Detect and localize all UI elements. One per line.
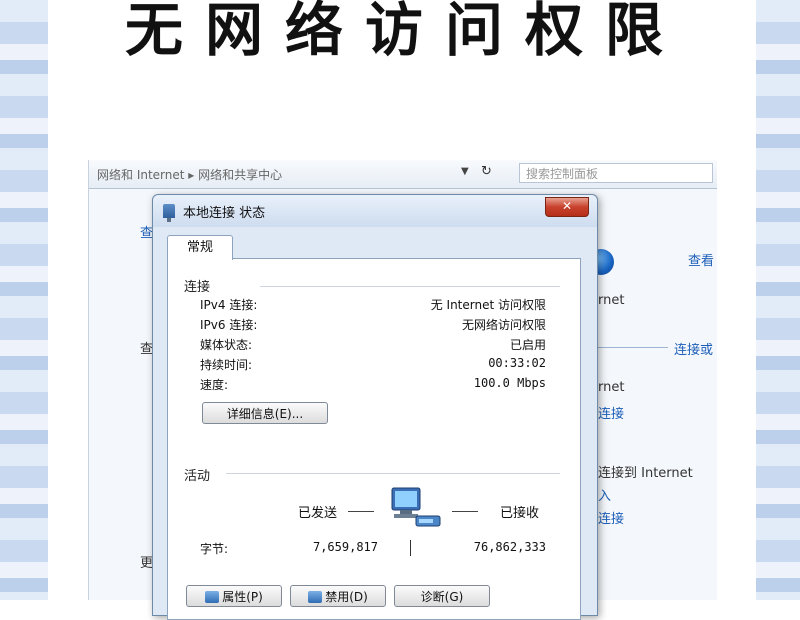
input-link[interactable]: 入 bbox=[598, 485, 611, 504]
internet-label-2: rnet bbox=[598, 380, 625, 395]
sent-label: 已发送 bbox=[298, 506, 338, 521]
network-computer-icon bbox=[391, 487, 441, 527]
view-link[interactable]: 查看 bbox=[688, 250, 714, 269]
duration-label: 持续时间: bbox=[200, 358, 253, 372]
bytes-sent-value: 7,659,817 bbox=[312, 540, 378, 554]
connect-link[interactable]: 连接 bbox=[598, 403, 624, 422]
divider bbox=[598, 347, 668, 348]
connection-heading: 连接 bbox=[184, 280, 211, 295]
speed-value: 100.0 Mbps bbox=[473, 376, 546, 390]
bytes-received-value: 76,862,333 bbox=[473, 540, 546, 554]
dialog-titlebar[interactable]: 本地连接 状态 ✕ bbox=[153, 195, 597, 227]
divider bbox=[226, 473, 560, 474]
close-button[interactable]: ✕ bbox=[545, 197, 589, 217]
duration-value: 00:33:02 bbox=[488, 356, 546, 370]
chevron-down-icon[interactable]: ▼ bbox=[461, 166, 469, 177]
received-line bbox=[452, 511, 478, 512]
media-state-label: 媒体状态: bbox=[200, 338, 253, 352]
bytes-label: 字节: bbox=[200, 542, 229, 556]
connect-internet-label: 连接到 Internet bbox=[598, 466, 693, 481]
received-label: 已接收 bbox=[500, 506, 540, 521]
search-input[interactable]: 搜索控制面板 bbox=[519, 163, 713, 183]
ipv6-value: 无网络访问权限 bbox=[461, 318, 546, 332]
divider bbox=[260, 286, 560, 287]
shield-icon bbox=[308, 591, 323, 603]
divider bbox=[410, 540, 411, 556]
internet-label: rnet bbox=[598, 293, 625, 308]
breadcrumb[interactable]: 网络和 Internet ▸ 网络和共享中心 bbox=[97, 166, 282, 183]
diagnose-button[interactable]: 诊断(G) bbox=[394, 585, 490, 607]
tab-general[interactable]: 常规 bbox=[167, 235, 233, 260]
ipv6-label: IPv6 连接: bbox=[200, 318, 258, 332]
media-state-value: 已启用 bbox=[509, 338, 546, 352]
disable-button[interactable]: 禁用(D) bbox=[290, 585, 386, 607]
connect-or-link[interactable]: 连接或 bbox=[674, 339, 713, 358]
ipv4-value: 无 Internet 访问权限 bbox=[430, 298, 546, 312]
address-bar[interactable]: 网络和 Internet ▸ 网络和共享中心 ▼ ↻ 搜索控制面板 bbox=[89, 160, 717, 189]
network-adapter-icon bbox=[163, 204, 175, 222]
connect-link-2[interactable]: 连接 bbox=[598, 508, 624, 527]
details-button[interactable]: 详细信息(E)... bbox=[202, 402, 328, 424]
properties-button[interactable]: 属性(P) bbox=[186, 585, 282, 607]
speed-label: 速度: bbox=[200, 378, 229, 392]
activity-heading: 活动 bbox=[184, 469, 211, 484]
decorative-stripes-right bbox=[756, 0, 800, 600]
refresh-icon[interactable]: ↻ bbox=[481, 164, 492, 179]
ipv4-label: IPv4 连接: bbox=[200, 298, 258, 312]
dialog-title: 本地连接 状态 bbox=[183, 206, 266, 221]
headline: 无网络访问权限 bbox=[124, 0, 685, 64]
sent-line bbox=[348, 511, 374, 512]
decorative-stripes-left bbox=[0, 0, 48, 600]
shield-icon bbox=[205, 591, 220, 603]
